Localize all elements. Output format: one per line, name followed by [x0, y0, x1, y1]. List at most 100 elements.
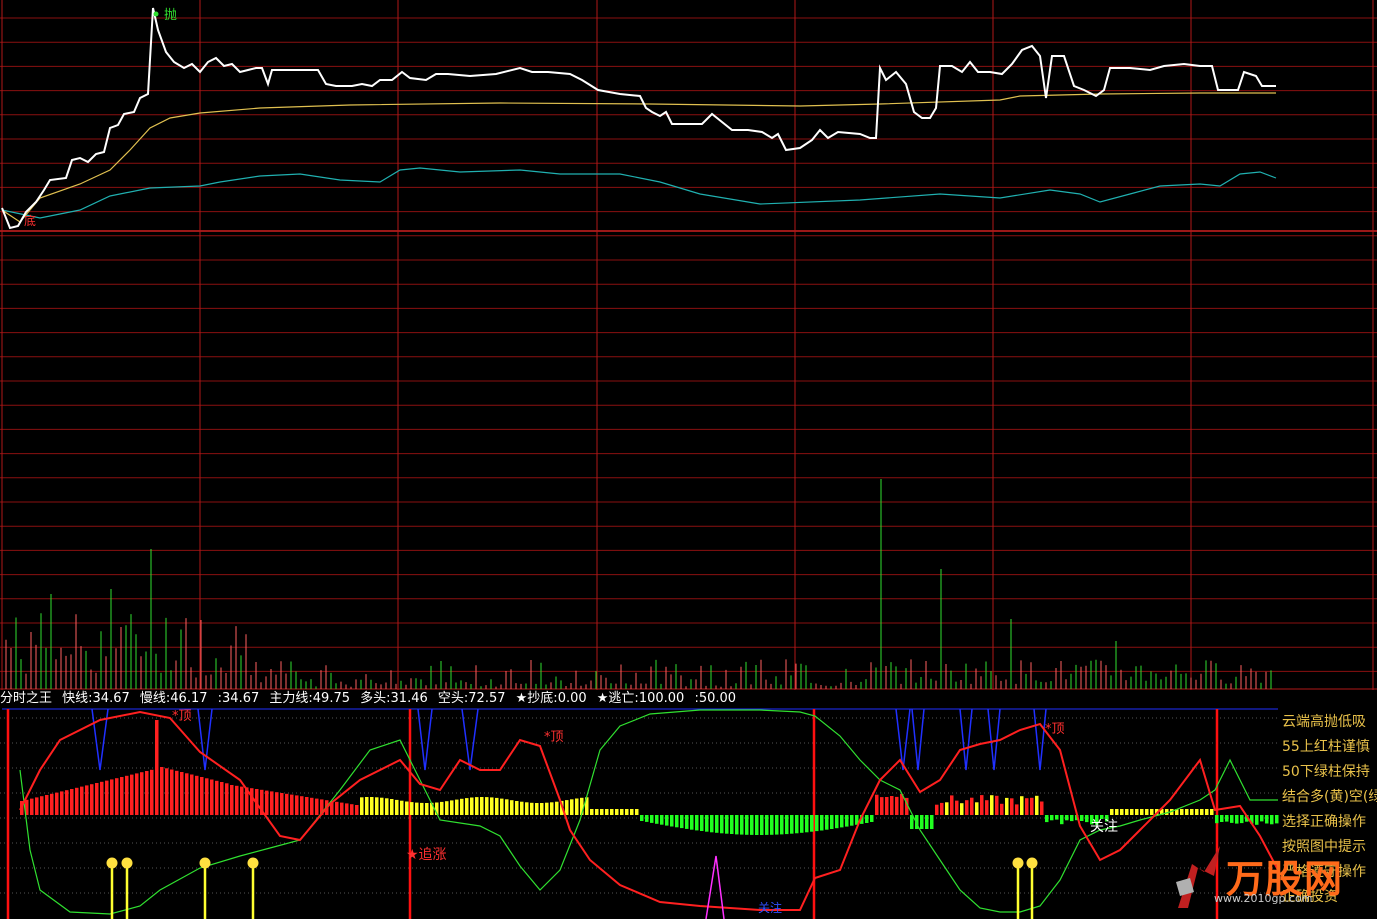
long-label: 多头:31.46	[360, 691, 428, 706]
histogram-bar	[390, 799, 394, 815]
histogram-bar	[1115, 809, 1119, 815]
sell-marker: 抛	[164, 8, 177, 23]
histogram-bar	[250, 788, 254, 815]
histogram-bar	[1190, 809, 1194, 815]
histogram-bar	[55, 792, 59, 815]
note-3: 50下绿柱保持	[1282, 764, 1370, 780]
histogram-bar	[440, 801, 444, 815]
histogram-bar	[1200, 809, 1204, 815]
histogram-bar	[270, 791, 274, 815]
histogram-bar	[80, 786, 84, 815]
histogram-bar	[455, 799, 459, 815]
histogram-bar	[70, 789, 74, 815]
histogram-bar	[75, 787, 79, 815]
histogram-bar	[1195, 809, 1199, 815]
top-dip	[911, 708, 925, 771]
histogram-bar	[485, 797, 489, 815]
histogram-bar	[1005, 797, 1009, 815]
histogram-bar	[235, 785, 239, 815]
histogram-bar	[115, 778, 119, 815]
histogram-bar	[705, 815, 709, 832]
histogram-bar	[305, 797, 309, 815]
histogram-bar	[110, 779, 114, 815]
histogram-bar	[175, 770, 179, 816]
histogram-bar	[640, 815, 644, 821]
histogram-bar	[685, 815, 689, 829]
histogram-bar	[505, 799, 509, 815]
histogram-bar	[1015, 804, 1019, 815]
histogram-bar	[810, 815, 814, 832]
histogram-bar	[395, 799, 399, 815]
short-label: 空头:72.57	[437, 691, 506, 706]
histogram-bar	[575, 798, 579, 815]
histogram-bar	[785, 815, 789, 835]
volume-bars	[5, 479, 1272, 689]
histogram-bar	[225, 783, 229, 816]
histogram-bar	[750, 815, 754, 835]
histogram-bar	[1215, 815, 1219, 824]
histogram-bar	[190, 774, 194, 815]
histogram-bar	[845, 815, 849, 827]
histogram-bar	[865, 815, 869, 823]
histogram-bar	[825, 815, 829, 830]
histogram-bar	[335, 801, 339, 815]
intraday-chart: 抛 底 *顶 *顶 *顶 ★追涨 关注 关注	[0, 0, 1377, 919]
note-4: 结合多(黄)空(绿	[1282, 789, 1377, 805]
fast-label: 快线:34.67	[62, 691, 130, 706]
histogram-bar	[1030, 797, 1034, 815]
histogram-bar	[125, 775, 129, 815]
histogram-bar	[1020, 796, 1024, 815]
histogram-bar	[420, 802, 424, 815]
histogram-bar	[675, 815, 679, 828]
histogram-bar	[535, 803, 539, 815]
slow-label: 慢线:46.17	[139, 691, 208, 706]
indicator-header: 分时之王 快线:34.67 慢线:46.17 :34.67 主力线:49.75 …	[0, 689, 1377, 709]
histogram-bar	[310, 797, 314, 815]
histogram-bar	[1110, 809, 1114, 815]
extra-label: :34.67	[217, 691, 260, 706]
histogram-bar	[210, 779, 214, 815]
histogram-bar	[90, 784, 94, 815]
histogram-bar	[760, 815, 764, 835]
histogram-bar	[945, 802, 949, 815]
histogram-bar	[965, 800, 969, 815]
histogram-bar	[380, 797, 384, 815]
histogram-bar	[135, 773, 139, 815]
histogram-bar	[950, 795, 954, 815]
histogram-bar	[450, 800, 454, 815]
histogram-bar	[415, 802, 419, 815]
histogram-bar	[150, 769, 154, 815]
histogram-bar	[720, 815, 724, 834]
histogram-bar	[200, 777, 204, 815]
histogram-bar	[370, 797, 374, 815]
histogram-bar	[230, 785, 234, 815]
histogram-bar	[555, 801, 559, 815]
histogram-bar	[460, 798, 464, 815]
histogram-bar	[1210, 809, 1214, 815]
histogram-bar	[1205, 809, 1209, 815]
histogram-bar	[155, 720, 159, 815]
histogram-bar	[995, 795, 999, 815]
histogram-bar	[775, 815, 779, 835]
histogram-bar	[1270, 815, 1274, 825]
histogram-bar	[500, 798, 504, 815]
histogram-bar	[385, 798, 389, 815]
histogram-bar	[540, 803, 544, 815]
histogram-bar	[355, 805, 359, 815]
histogram-bar	[1225, 815, 1229, 822]
histogram-bar	[1000, 803, 1004, 815]
histogram-bar	[895, 796, 899, 815]
histogram-bar	[105, 780, 109, 815]
magenta-spike	[705, 855, 725, 919]
histogram-bar	[570, 799, 574, 815]
histogram-bar	[605, 809, 609, 815]
histogram-bar	[985, 800, 989, 815]
histogram-bar	[1070, 815, 1074, 822]
histogram-bar	[1230, 815, 1234, 823]
histogram-bar	[770, 815, 774, 835]
histogram-bar	[880, 797, 884, 815]
histogram-bar	[875, 794, 879, 815]
top-signal-2: *顶	[544, 730, 564, 745]
histogram-bar	[1130, 809, 1134, 815]
histogram-bar	[960, 803, 964, 815]
